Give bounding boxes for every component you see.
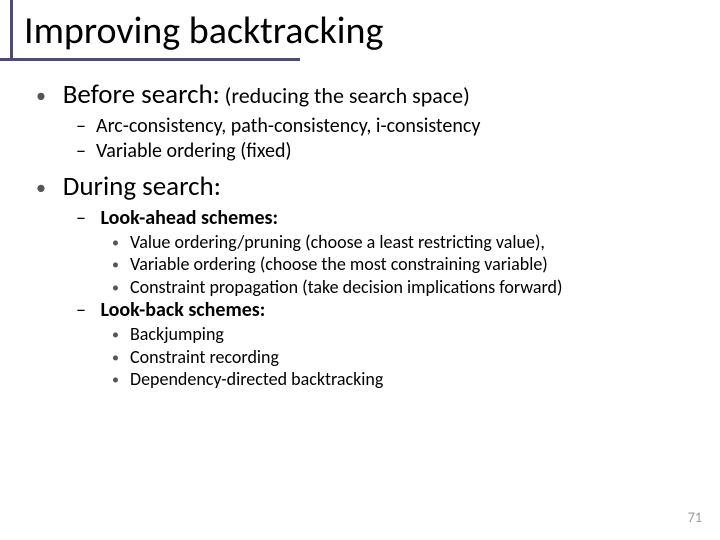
sub-paren: (take decision implications forward) [302, 276, 562, 298]
sub-text: Constraint recording [130, 346, 279, 368]
sub-paren: (choose the most constraining variable) [260, 253, 548, 275]
sub-text: Backjumping [130, 323, 224, 345]
title-block: Improving backtracking [0, 0, 720, 64]
bullet-item: Look-back schemes: Backjumping Constrain… [78, 298, 700, 391]
bullet-bold: Look-back schemes: [101, 298, 266, 322]
sub-paren: (choose a least restricting value) [305, 231, 540, 253]
section-during-search: During search: Look-ahead schemes: Value… [40, 170, 700, 391]
section-head: Before search: [63, 78, 220, 111]
page-number: 71 [688, 509, 702, 526]
section-before-search: Before search: (reducing the search spac… [40, 78, 700, 164]
sub-bullet: Value ordering/pruning (choose a least r… [112, 231, 700, 254]
sub-bullet: Constraint recording [112, 346, 700, 369]
slide-title: Improving backtracking [24, 8, 720, 64]
bullet-bold: Look-ahead schemes: [101, 206, 278, 230]
sub-text: Dependency-directed backtracking [130, 368, 383, 390]
sub-bullet: Variable ordering (choose the most const… [112, 253, 700, 276]
bullet-item: Arc-consistency, path-consistency, i-con… [78, 114, 700, 139]
sub-comma: , [540, 231, 545, 253]
sub-bullet: Constraint propagation (take decision im… [112, 276, 700, 299]
section-head: During search: [63, 170, 221, 203]
sub-text: Value ordering/pruning [130, 231, 301, 253]
sub-text: Variable ordering [130, 253, 256, 275]
title-rule-horizontal [0, 58, 300, 61]
sub-bullet: Backjumping [112, 323, 700, 346]
section-note: (reducing the search space) [225, 82, 470, 109]
bullet-text: Variable ordering (fixed) [96, 139, 292, 163]
bullet-item: Look-ahead schemes: Value ordering/pruni… [78, 206, 700, 299]
sub-text: Constraint propagation [130, 276, 298, 298]
sub-bullet: Dependency-directed backtracking [112, 368, 700, 391]
slide-content: Before search: (reducing the search spac… [0, 64, 720, 391]
bullet-text: Arc-consistency, path-consistency, i-con… [96, 114, 480, 138]
title-rule-vertical [10, 0, 13, 60]
bullet-item: Variable ordering (fixed) [78, 139, 700, 164]
